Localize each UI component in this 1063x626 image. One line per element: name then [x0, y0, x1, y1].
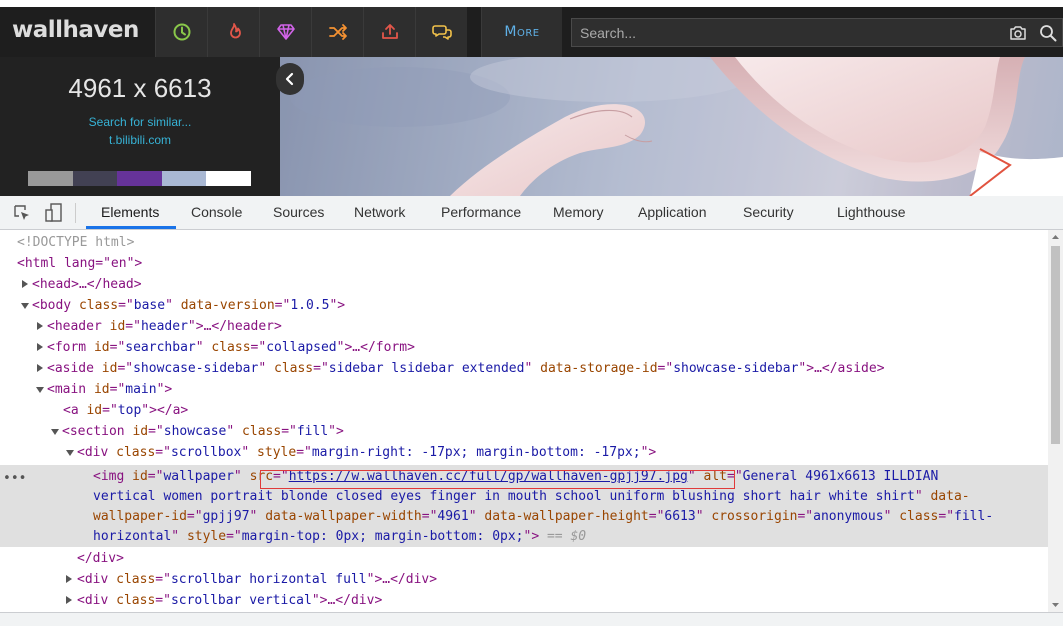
active-tab-indicator [86, 226, 176, 229]
nav-random-button[interactable] [311, 7, 363, 57]
collapse-triangle-icon[interactable] [51, 429, 59, 435]
tab-elements[interactable]: Elements [101, 196, 159, 229]
diamond-icon [276, 24, 295, 40]
dom-line-img-2[interactable]: vertical women portrait blonde closed ey… [93, 486, 970, 507]
upload-icon [381, 24, 398, 39]
clock-icon [173, 23, 190, 41]
dom-line-form[interactable]: <form id="searchbar" class="collapsed">…… [47, 337, 415, 358]
camera-icon[interactable] [1008, 23, 1028, 43]
dom-line-main[interactable]: <main id="main"> [47, 379, 172, 400]
tab-network[interactable]: Network [354, 196, 405, 229]
tab-console[interactable]: Console [191, 196, 242, 229]
resolution-heading: 4961 x 6613 [68, 73, 212, 103]
tab-performance[interactable]: Performance [441, 196, 521, 229]
nav-toplist-button[interactable] [259, 7, 311, 57]
expand-triangle-icon[interactable] [22, 280, 28, 288]
nav-forums-button[interactable] [415, 7, 467, 57]
nav-upload-button[interactable] [363, 7, 415, 57]
scroll-down-arrow-icon[interactable] [1048, 600, 1063, 610]
scroll-up-arrow-icon[interactable] [1048, 232, 1063, 242]
palette-swatch[interactable] [206, 171, 251, 186]
palette-swatch[interactable] [72, 171, 118, 186]
dom-line-div-close[interactable]: </div> [77, 548, 124, 569]
devtools-tabbar: Elements Console Sources Network Perform… [0, 196, 1063, 230]
palette-swatch[interactable] [117, 171, 162, 186]
scrollbar-thumb[interactable] [1051, 246, 1060, 444]
inspect-element-icon[interactable] [13, 204, 31, 222]
dom-line-aside[interactable]: <aside id="showcase-sidebar" class="side… [47, 358, 885, 379]
dom-line-img-3[interactable]: wallpaper-id="gpjj97" data-wallpaper-wid… [93, 506, 993, 527]
dom-line-head[interactable]: <head>…</head> [32, 274, 142, 295]
site-logo[interactable]: wallhaven [12, 17, 139, 43]
expand-triangle-icon[interactable] [37, 322, 43, 330]
dom-line-html[interactable]: <html lang="en"> [17, 253, 142, 274]
palette-swatch[interactable] [161, 171, 207, 186]
dom-line-section[interactable]: <section id="showcase" class="fill"> [62, 421, 344, 442]
top-strip [0, 0, 1063, 7]
dom-line-scrollbox[interactable]: <div class="scrollbox" style="margin-rig… [77, 442, 656, 463]
wallpaper-image[interactable] [280, 57, 1063, 196]
src-attribute-highlight-box [260, 470, 735, 489]
more-actions-ellipsis[interactable]: ••• [3, 468, 26, 489]
palette-swatch[interactable] [28, 171, 73, 186]
tab-security[interactable]: Security [743, 196, 794, 229]
collapse-triangle-icon[interactable] [36, 387, 44, 393]
wallhaven-site: wallhaven More 4961 x 6613 Search for si… [0, 0, 1063, 196]
search-icon[interactable] [1038, 23, 1058, 43]
dom-line-anchor-top[interactable]: <a id="top"></a> [63, 400, 188, 421]
showcase-sidebar: 4961 x 6613 Search for similar... t.bili… [0, 57, 280, 196]
search-input[interactable] [572, 19, 1002, 46]
dom-line-img-4[interactable]: horizontal" style="margin-top: 0px; marg… [93, 526, 586, 547]
shuffle-icon [328, 24, 347, 40]
collapse-triangle-icon[interactable] [66, 450, 74, 456]
expand-triangle-icon[interactable] [37, 343, 43, 351]
wallpaper-artwork [280, 57, 1063, 196]
chevron-left-icon [285, 72, 294, 86]
dom-line-header[interactable]: <header id="header">…</header> [47, 316, 282, 337]
navbar: wallhaven More [0, 7, 1063, 57]
expand-triangle-icon[interactable] [37, 364, 43, 372]
tab-separator [75, 203, 76, 223]
tab-memory[interactable]: Memory [553, 196, 604, 229]
dom-line-scrollbar-horizontal[interactable]: <div class="scrollbar horizontal full">…… [77, 569, 437, 590]
expand-triangle-icon[interactable] [66, 596, 72, 604]
collapse-triangle-icon[interactable] [21, 303, 29, 309]
flame-icon [229, 23, 241, 39]
search-box [571, 18, 1063, 47]
device-toolbar-icon[interactable] [45, 203, 63, 223]
dom-line-doctype[interactable]: <!DOCTYPE html> [17, 232, 134, 253]
color-palette [28, 171, 251, 186]
chat-bubbles-icon [431, 25, 452, 40]
dom-line-body[interactable]: <body class="base" data-version="1.0.5"> [32, 295, 345, 316]
nav-latest-button[interactable] [155, 7, 207, 57]
tab-application[interactable]: Application [638, 196, 707, 229]
dom-line-scrollbar-vertical[interactable]: <div class="scrollbar vertical">…</div> [77, 590, 382, 611]
expand-triangle-icon[interactable] [66, 575, 72, 583]
nav-more-button[interactable]: More [481, 7, 562, 57]
search-similar-link[interactable]: Search for similar... [0, 115, 280, 129]
collapse-sidebar-button[interactable] [276, 63, 304, 95]
tab-lighthouse[interactable]: Lighthouse [837, 196, 906, 229]
dom-breadcrumb-bar [0, 612, 1063, 626]
nav-hot-button[interactable] [207, 7, 259, 57]
source-link[interactable]: t.bilibili.com [0, 133, 280, 147]
dom-tree: ••• <!DOCTYPE html> <html lang="en"> <he… [0, 230, 1048, 612]
tab-sources[interactable]: Sources [273, 196, 324, 229]
